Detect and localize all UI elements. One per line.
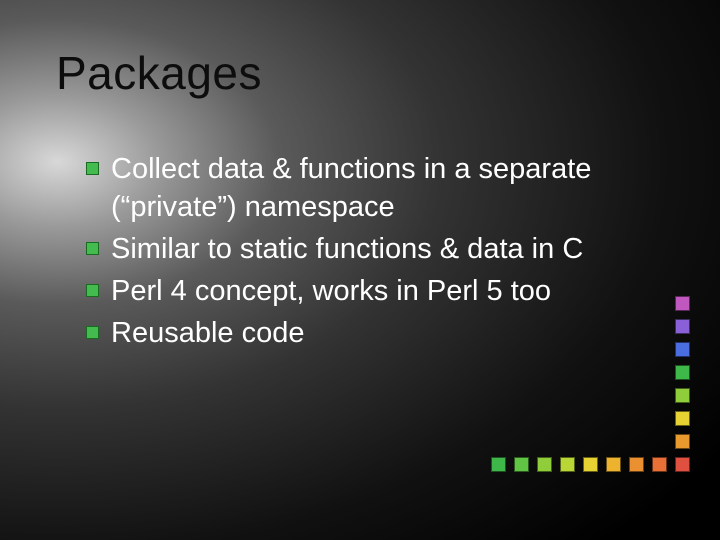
list-item: Reusable code xyxy=(86,314,660,352)
deco-square-icon xyxy=(675,365,690,380)
square-bullet-icon xyxy=(86,242,99,255)
deco-square-icon xyxy=(675,434,690,449)
deco-square-icon xyxy=(675,411,690,426)
deco-square-icon xyxy=(606,457,621,472)
deco-square-icon xyxy=(652,457,667,472)
list-item: Collect data & functions in a separate (… xyxy=(86,150,660,226)
deco-square-icon xyxy=(675,296,690,311)
deco-square-icon xyxy=(629,457,644,472)
list-item: Perl 4 concept, works in Perl 5 too xyxy=(86,272,660,310)
deco-square-icon xyxy=(583,457,598,472)
deco-square-icon xyxy=(675,319,690,334)
square-bullet-icon xyxy=(86,326,99,339)
square-bullet-icon xyxy=(86,284,99,297)
deco-square-icon xyxy=(491,457,506,472)
deco-square-icon xyxy=(675,342,690,357)
square-bullet-icon xyxy=(86,162,99,175)
deco-square-icon xyxy=(675,457,690,472)
bullet-text: Reusable code xyxy=(111,314,304,352)
bullet-text: Similar to static functions & data in C xyxy=(111,230,583,268)
bullet-text: Perl 4 concept, works in Perl 5 too xyxy=(111,272,551,310)
slide-body: Collect data & functions in a separate (… xyxy=(86,150,660,356)
bullet-text: Collect data & functions in a separate (… xyxy=(111,150,660,226)
list-item: Similar to static functions & data in C xyxy=(86,230,660,268)
deco-square-icon xyxy=(514,457,529,472)
slide: Packages Collect data & functions in a s… xyxy=(0,0,720,540)
deco-square-icon xyxy=(675,388,690,403)
slide-title: Packages xyxy=(56,46,262,100)
deco-square-icon xyxy=(537,457,552,472)
deco-square-icon xyxy=(560,457,575,472)
